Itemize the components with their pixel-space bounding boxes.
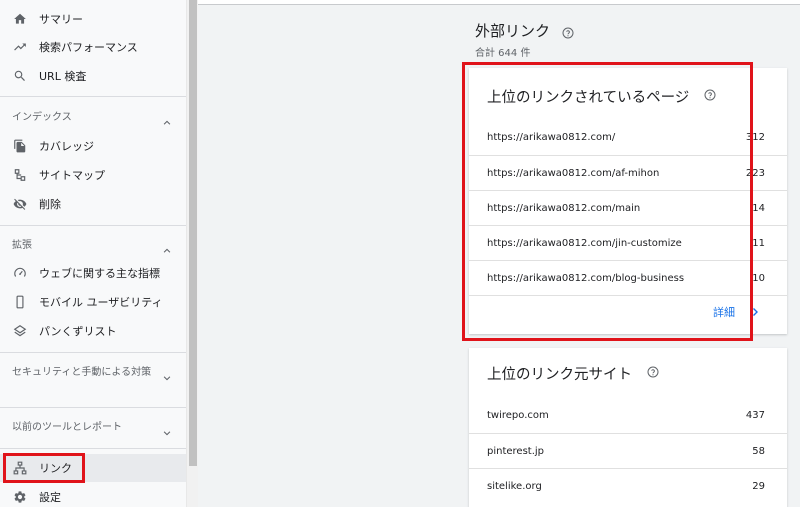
row-site: pinterest.jp — [487, 445, 545, 457]
chevron-down-icon[interactable] — [162, 423, 172, 436]
help-icon[interactable] — [562, 24, 574, 39]
sidebar-item-label: カバレッジ — [39, 140, 94, 153]
speed-gauge-icon — [12, 265, 28, 281]
sidebar-item-label: サイトマップ — [39, 169, 105, 182]
highlight-box — [462, 62, 753, 341]
sidebar-item-sitemap[interactable]: サイトマップ — [0, 161, 186, 189]
total-count: 合計 644 件 — [475, 48, 531, 59]
sidebar-item-mobile-usability[interactable]: モバイル ユーザビリティ — [0, 288, 186, 316]
smartphone-icon — [12, 294, 28, 310]
page-title: 外部リンク — [475, 22, 551, 40]
sidebar-item-label: 設定 — [39, 491, 61, 504]
section-title-legacy-tools[interactable]: 以前のツールとレポート — [12, 421, 172, 435]
search-icon — [12, 68, 28, 84]
row-site: twirepo.com — [487, 410, 549, 421]
scrollbar-thumb[interactable] — [189, 0, 197, 466]
sidebar-item-removals[interactable]: 削除 — [0, 190, 186, 218]
file-copy-icon — [12, 138, 28, 154]
chevron-up-icon[interactable] — [162, 113, 172, 125]
chevron-down-icon[interactable] — [162, 368, 172, 381]
row-count: 11 — [752, 237, 765, 249]
section-title-security[interactable]: セキュリティと手動による対策 — [12, 366, 172, 380]
top-bar — [198, 0, 800, 5]
sidebar-item-label: モバイル ユーザビリティ — [39, 296, 163, 309]
table-row[interactable]: twirepo.com 437 — [469, 398, 787, 433]
divider — [0, 225, 186, 226]
sidebar-item-core-web-vitals[interactable]: ウェブに関する主な指標 — [0, 259, 186, 287]
divider — [0, 407, 186, 408]
sidebar-item-label: パンくずリスト — [39, 325, 117, 338]
card-title: 上位のリンク元サイト — [487, 363, 659, 384]
sidebar-item-summary[interactable]: サマリー — [0, 5, 186, 33]
divider — [0, 448, 186, 449]
highlight-box — [3, 453, 85, 483]
divider — [0, 352, 186, 353]
row-site: sitelike.org — [487, 480, 542, 492]
sidebar-scrollbar[interactable] — [186, 0, 198, 507]
table-row[interactable]: sitelike.org 29 — [469, 468, 787, 503]
sidebar-item-breadcrumbs[interactable]: パンくずリスト — [0, 317, 186, 345]
chevron-up-icon[interactable] — [162, 241, 172, 253]
trending-up-icon — [12, 39, 28, 55]
sidebar-item-settings[interactable]: 設定 — [0, 483, 186, 507]
sidebar-item-label: 削除 — [39, 198, 61, 211]
section-title-index[interactable]: インデックス — [12, 111, 172, 125]
gear-icon — [12, 489, 28, 505]
sidebar-item-label: 検索パフォーマンス — [39, 41, 138, 54]
visibility-off-icon — [12, 196, 28, 212]
sidebar-item-url-inspection[interactable]: URL 検査 — [0, 62, 186, 90]
layers-icon — [12, 323, 28, 339]
row-count: 437 — [745, 410, 765, 421]
sidebar-item-label: URL 検査 — [39, 70, 87, 83]
main-content: 外部リンク 合計 644 件 上位のリンクされているページ https://ar… — [198, 0, 800, 507]
table-row[interactable]: pinterest.jp 58 — [469, 433, 787, 468]
help-icon[interactable] — [647, 366, 659, 378]
sidebar-item-performance[interactable]: 検索パフォーマンス — [0, 33, 186, 61]
row-count: 29 — [752, 480, 765, 492]
sidebar-item-label: サマリー — [39, 13, 83, 26]
top-linking-sites-card: 上位のリンク元サイト twirepo.com 437 pinterest.jp … — [469, 348, 787, 507]
home-icon — [12, 11, 28, 27]
row-count: 14 — [752, 202, 765, 214]
sidebar: サマリー 検索パフォーマンス URL 検査 インデックス カバレッジ サイトマッ… — [0, 0, 186, 507]
sitemap-icon — [12, 167, 28, 183]
divider — [0, 96, 186, 97]
card-title-text: 上位のリンク元サイト — [487, 367, 632, 383]
row-count: 58 — [752, 445, 765, 457]
sidebar-item-label: ウェブに関する主な指標 — [39, 267, 160, 280]
sidebar-item-coverage[interactable]: カバレッジ — [0, 132, 186, 160]
section-title-enhancements[interactable]: 拡張 — [12, 239, 172, 253]
row-count: 10 — [752, 272, 765, 284]
